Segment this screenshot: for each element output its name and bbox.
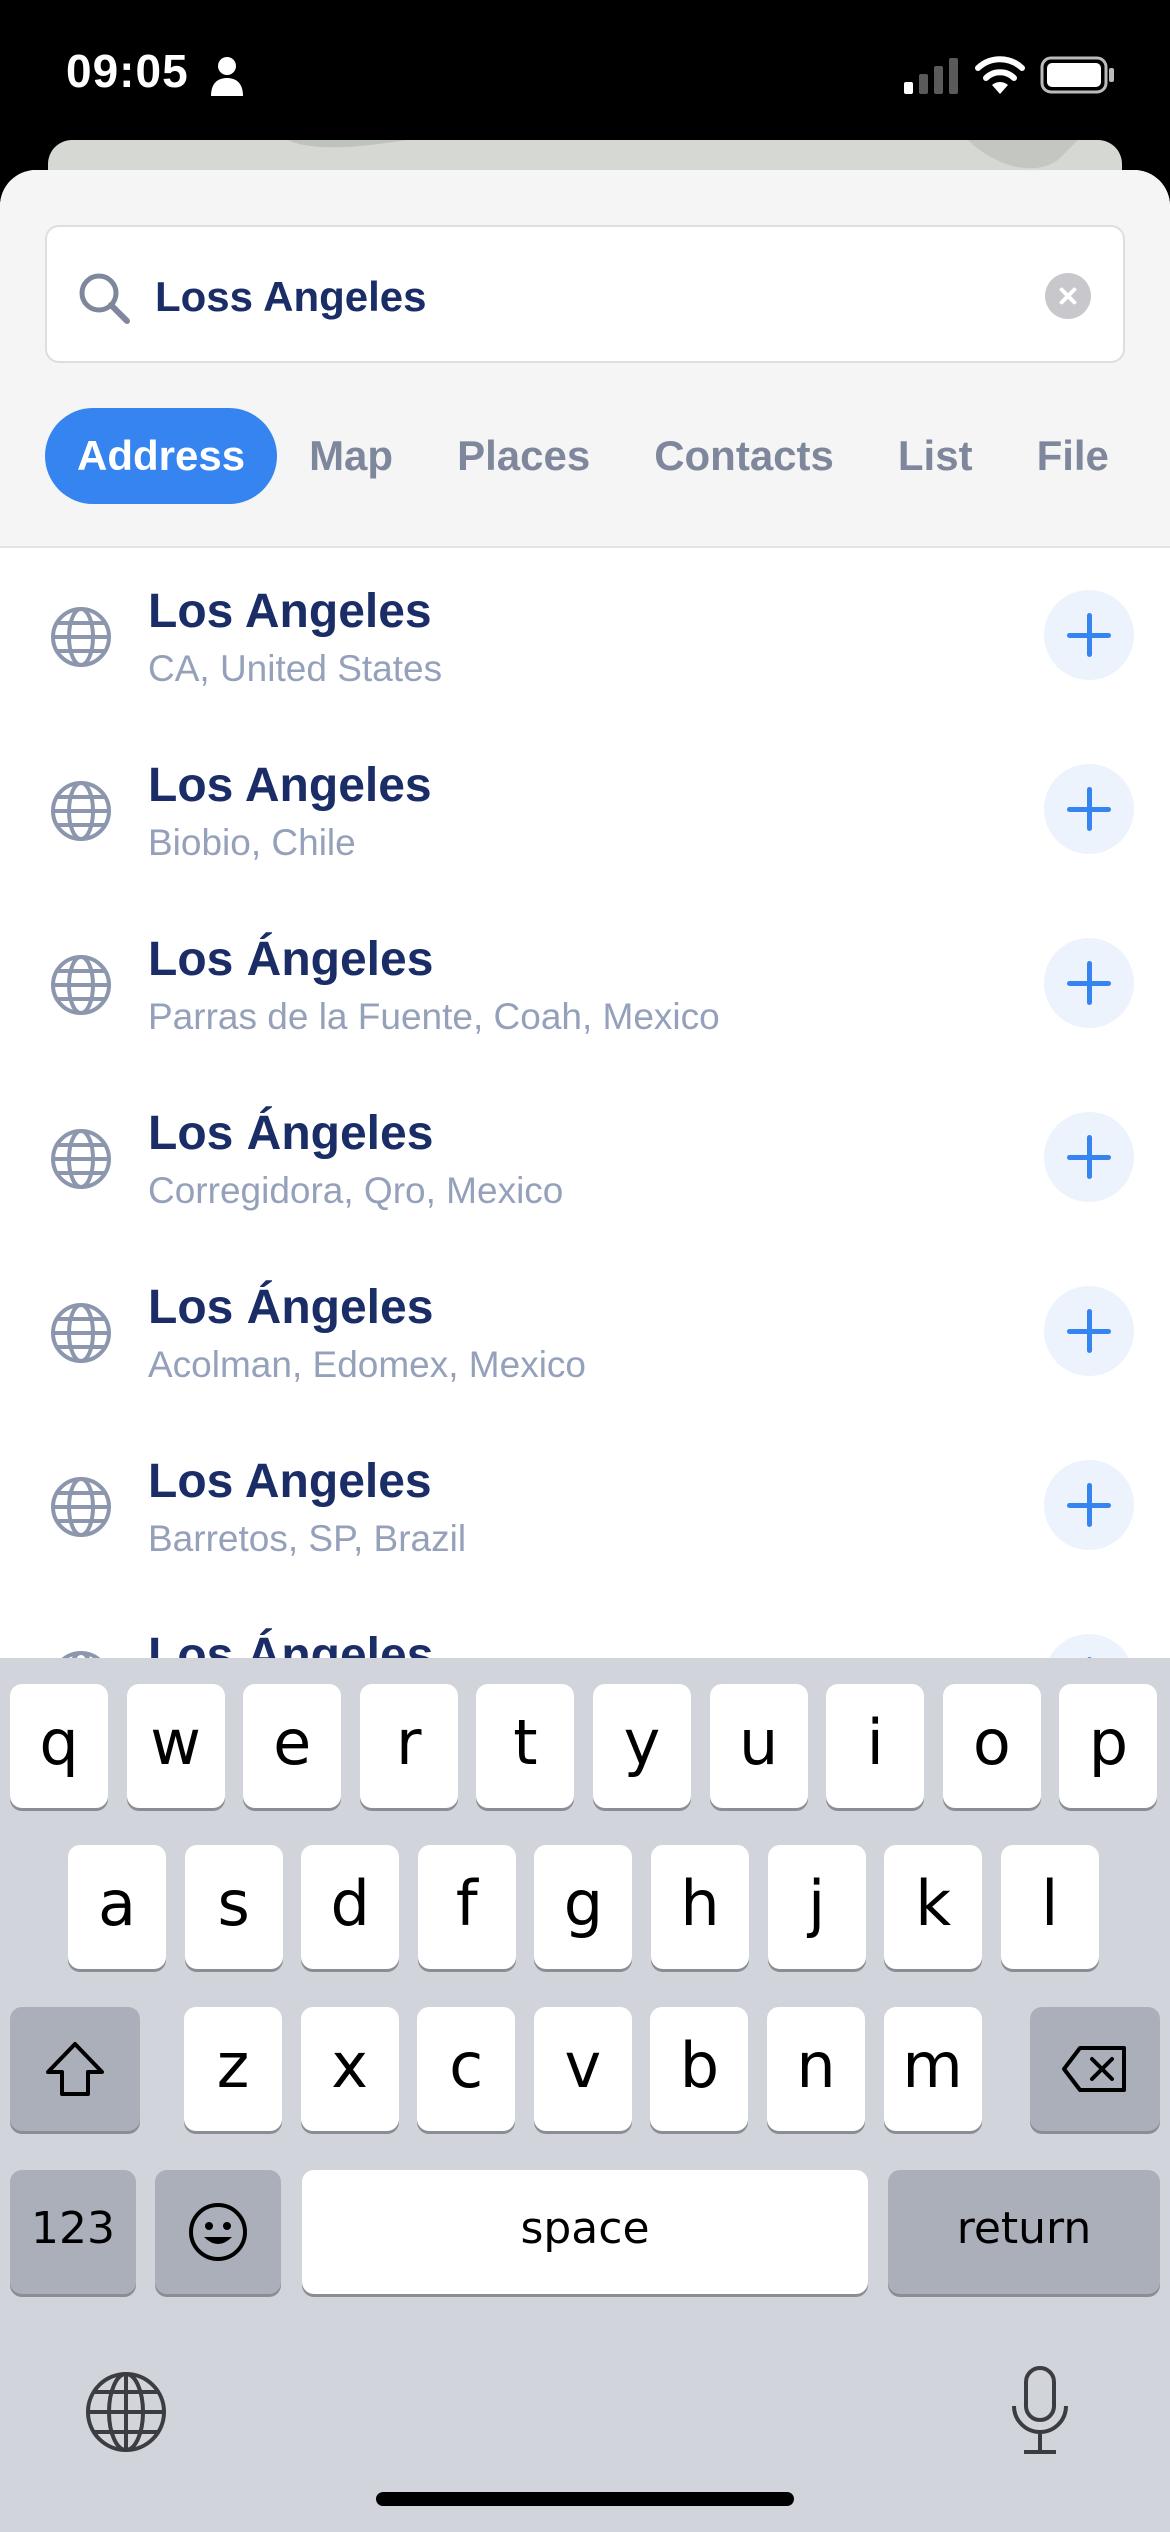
key-n[interactable]: n [767,2007,865,2131]
numbers-key[interactable]: 123 [10,2170,136,2294]
add-result-button[interactable] [1044,1112,1134,1202]
backspace-icon [1062,2046,1126,2092]
clear-search-button[interactable] [1045,273,1091,319]
search-input[interactable]: Loss Angeles [45,225,1125,363]
result-title: Los Ángeles [148,1281,434,1334]
result-row[interactable]: Los Angeles Barretos, SP, Brazil [0,1418,1170,1592]
search-query-text[interactable]: Loss Angeles [155,273,427,321]
key-c[interactable]: c [417,2007,516,2131]
globe-icon [51,781,111,841]
tab-map[interactable]: Map [277,408,425,504]
cellular-signal-icon [904,58,958,94]
tab-bar: Address Map Places Contacts List File [45,408,1141,504]
add-result-button[interactable] [1044,1286,1134,1376]
return-key[interactable]: return [888,2170,1160,2294]
battery-icon [1040,56,1114,94]
result-subtitle: Corregidora, Qro, Mexico [148,1170,564,1211]
key-z[interactable]: z [184,2007,282,2131]
result-title: Los Ángeles [148,1107,434,1160]
tab-file[interactable]: File [1005,408,1141,504]
globe-icon [51,955,111,1015]
key-a[interactable]: a [68,1845,166,1969]
key-l[interactable]: l [1000,1845,1099,1969]
key-m[interactable]: m [883,2007,982,2131]
add-result-button[interactable] [1044,1460,1134,1550]
globe-icon [51,1129,111,1189]
result-row[interactable]: Los Ángeles Parras de la Fuente, Coah, Me… [0,896,1170,1070]
result-subtitle: Parras de la Fuente, Coah, Mexico [148,996,720,1037]
wifi-icon [975,56,1025,94]
space-key[interactable]: space [302,2170,868,2294]
add-result-button[interactable] [1044,938,1134,1028]
key-y[interactable]: y [593,1684,691,1808]
shift-icon [46,2042,104,2096]
key-b[interactable]: b [650,2007,749,2131]
search-icon [79,273,130,324]
key-p[interactable]: p [1059,1684,1158,1808]
key-f[interactable]: f [417,1845,516,1969]
globe-icon [51,1303,111,1363]
results-list: Los Angeles CA, United States Los Angeles B… [0,548,1170,1690]
status-bar: 09:05 [0,0,1170,150]
key-g[interactable]: g [534,1845,633,1969]
result-row[interactable]: Los Ángeles Acolman, Edomex, Mexico [0,1244,1170,1418]
microphone-icon[interactable] [1008,2364,1072,2456]
result-row[interactable]: Los Angeles Biobio, Chile [0,722,1170,896]
globe-icon [51,607,111,667]
key-t[interactable]: t [476,1684,575,1808]
key-q[interactable]: q [10,1684,108,1808]
shift-key[interactable] [10,2007,140,2131]
search-header: Loss Angeles Address Map Places Contacts… [0,170,1170,548]
globe-icon [51,1477,111,1537]
key-h[interactable]: h [651,1845,749,1969]
key-s[interactable]: s [184,1845,283,1969]
key-j[interactable]: j [767,1845,866,1969]
keyboard-globe-icon[interactable] [84,2370,168,2454]
add-result-button[interactable] [1044,590,1134,680]
search-sheet: Loss Angeles Address Map Places Contacts… [0,170,1170,1690]
result-title: Los Angeles [148,759,432,812]
key-w[interactable]: w [126,1684,225,1808]
result-title: Los Angeles [148,1455,432,1508]
key-i[interactable]: i [826,1684,925,1808]
key-v[interactable]: v [533,2007,632,2131]
tab-list[interactable]: List [866,408,1005,504]
result-title: Los Ángeles [148,933,434,986]
key-e[interactable]: e [243,1684,342,1808]
person-icon [211,57,243,96]
result-subtitle: Biobio, Chile [148,822,356,863]
result-subtitle: Barretos, SP, Brazil [148,1518,467,1559]
tab-contacts[interactable]: Contacts [622,408,866,504]
key-x[interactable]: x [300,2007,399,2131]
key-r[interactable]: r [359,1684,458,1808]
tab-address[interactable]: Address [45,408,278,504]
key-d[interactable]: d [301,1845,400,1969]
emoji-key[interactable] [155,2170,281,2294]
result-row[interactable]: Los Ángeles Corregidora, Qro, Mexico [0,1070,1170,1244]
key-o[interactable]: o [942,1684,1041,1808]
result-subtitle: Acolman, Edomex, Mexico [148,1344,587,1385]
key-k[interactable]: k [884,1845,983,1969]
tab-places[interactable]: Places [425,408,622,504]
emoji-icon [189,2203,247,2261]
add-result-button[interactable] [1044,764,1134,854]
home-indicator[interactable] [376,2492,794,2506]
result-subtitle: CA, United States [148,648,443,689]
result-title: Los Angeles [148,585,432,638]
status-time: 09:05 [66,45,189,97]
result-row[interactable]: Los Angeles CA, United States [0,548,1170,722]
backspace-key[interactable] [1030,2007,1160,2131]
key-u[interactable]: u [709,1684,808,1808]
